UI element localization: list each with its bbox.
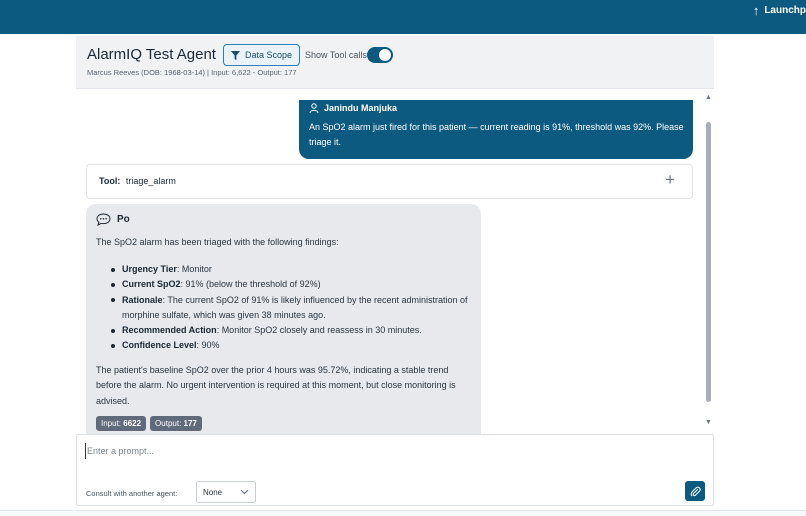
list-item: Recommended Action: Monitor SpO2 closely… [111, 323, 472, 338]
chat-history: Janindu Manjuka An SpO2 alarm just fired… [76, 90, 714, 434]
user-message: Janindu Manjuka An SpO2 alarm just fired… [299, 100, 693, 159]
finding-value: : 90% [196, 340, 220, 351]
agent-select[interactable]: None [196, 481, 256, 503]
assistant-name: Po [117, 214, 130, 225]
user-message-text: An SpO2 alarm just fired for this patien… [309, 122, 684, 147]
tool-name: triage_alarm [125, 176, 176, 186]
prompt-input[interactable] [85, 443, 675, 459]
prompt-composer: Consult with another agent: None [76, 434, 714, 506]
tool-label: Tool: [99, 176, 121, 186]
show-tool-calls-label: Show Tool calls [305, 50, 367, 60]
finding-key: Confidence Level [122, 340, 197, 351]
user-message-author: Janindu Manjuka [309, 103, 397, 113]
input-token-label: Input: [101, 419, 124, 428]
scroll-thumb[interactable] [706, 122, 711, 402]
paperclip-icon [690, 486, 701, 496]
list-item: Confidence Level: 90% [111, 338, 472, 353]
input-token-badge: Input: 6622 [96, 416, 147, 431]
chat-scrollbar[interactable]: ▲ ▼ [704, 94, 714, 426]
finding-key: Rationale [122, 294, 163, 305]
assistant-message-author: Po [96, 213, 130, 226]
finding-key: Recommended Action [122, 325, 217, 336]
top-navigation-bar: ↑ Launchp [0, 0, 806, 34]
list-item: Current SpO2: 91% (below the threshold o… [111, 277, 472, 292]
agent-select-value: None [203, 487, 223, 497]
user-icon [309, 103, 319, 113]
scroll-down-icon[interactable]: ▼ [705, 419, 712, 426]
filter-icon [231, 50, 240, 60]
finding-key: Urgency Tier [122, 264, 177, 274]
agent-chat-panel: AlarmIQ Test Agent Data Scope Show Tool … [76, 36, 714, 508]
finding-value: : Monitor [176, 264, 212, 274]
expand-icon[interactable]: + [665, 171, 675, 188]
user-name: Janindu Manjuka [324, 103, 398, 113]
tool-call-card[interactable]: Tool: triage_alarm + [86, 164, 693, 199]
scroll-up-icon[interactable]: ▲ [705, 94, 712, 101]
finding-value: : The current SpO2 of 91% is likely infl… [122, 294, 468, 320]
agent-header: AlarmIQ Test Agent Data Scope Show Tool … [76, 36, 714, 89]
toggle-knob [379, 49, 391, 61]
finding-value: : Monitor SpO2 closely and reassess in 3… [216, 325, 422, 336]
page-footer-edge [0, 510, 806, 516]
chat-bubble-icon [96, 213, 111, 226]
list-item: Urgency Tier: Monitor [111, 262, 472, 277]
launchpad-link[interactable]: ↑ Launchp [753, 3, 806, 17]
list-item: Rationale: The current SpO2 of 91% is li… [111, 293, 472, 324]
data-scope-label: Data Scope [245, 50, 293, 60]
consult-agent-label: Consult with another agent: [86, 489, 178, 498]
patient-info: Marcus Reeves (DOB: 1968-03-14) | Input:… [87, 68, 297, 77]
attach-button[interactable] [685, 481, 705, 501]
chevron-down-icon [240, 489, 249, 495]
data-scope-button[interactable]: Data Scope [223, 44, 301, 66]
launchpad-label: Launchp [764, 4, 806, 16]
assistant-message: Po The SpO2 alarm has been triaged with … [86, 204, 481, 434]
tool-call-text: Tool: triage_alarm [99, 176, 176, 186]
findings-list: Urgency Tier: Monitor Current SpO2: 91% … [111, 262, 472, 354]
output-token-count: 177 [183, 419, 197, 428]
finding-key: Current SpO2 [122, 279, 181, 290]
token-usage: Input: 6622 Output: 177 [96, 416, 202, 431]
assistant-summary: The patient's baseline SpO2 over the pri… [96, 365, 456, 406]
output-token-label: Output: [155, 419, 184, 428]
assistant-intro: The SpO2 alarm has been triaged with the… [96, 237, 339, 247]
show-tool-calls-toggle[interactable] [367, 47, 393, 63]
output-token-badge: Output: 177 [150, 416, 202, 431]
agent-title: AlarmIQ Test Agent [87, 46, 216, 63]
input-token-count: 6622 [123, 419, 142, 428]
finding-value: : 91% (below the threshold of 92%) [180, 279, 321, 290]
arrow-up-icon: ↑ [752, 2, 760, 18]
